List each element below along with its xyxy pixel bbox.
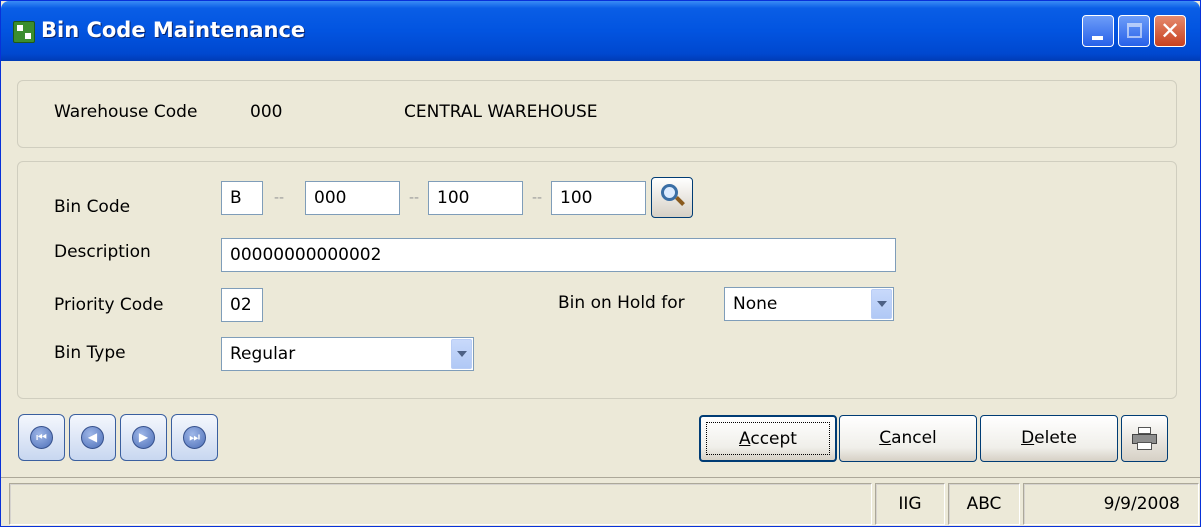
bin-code-separator: -- [274, 190, 285, 206]
bin-code-segment-3[interactable]: 100 [428, 181, 523, 215]
bin-code-segment-4[interactable]: 100 [551, 181, 646, 215]
bin-on-hold-label: Bin on Hold for [558, 293, 685, 313]
bin-code-segment-2[interactable]: 000 [305, 181, 400, 215]
bin-type-value: Regular [230, 344, 296, 364]
previous-record-icon: ◀ [81, 426, 104, 449]
focus-rectangle [706, 422, 830, 455]
status-date: 9/9/2008 [1023, 483, 1199, 525]
bin-code-separator: -- [409, 190, 420, 206]
chevron-down-icon[interactable] [871, 289, 892, 319]
status-bar: IIG ABC 9/9/2008 [1, 477, 1200, 526]
next-record-icon: ▶ [132, 426, 155, 449]
window-title: Bin Code Maintenance [41, 18, 306, 42]
app-icon[interactable] [13, 21, 35, 43]
accept-button[interactable]: Accept [699, 415, 837, 462]
bin-code-segment-1[interactable]: B [221, 181, 263, 215]
last-record-button[interactable]: ⏭ [171, 414, 218, 461]
minimize-icon [1092, 36, 1103, 40]
bin-type-label: Bin Type [54, 343, 126, 363]
delete-button[interactable]: Delete [980, 415, 1118, 462]
bin-type-select[interactable]: Regular [221, 337, 474, 371]
delete-mnemonic: D [1021, 428, 1035, 448]
delete-label: elete [1034, 428, 1077, 448]
cancel-label: ancel [891, 428, 937, 448]
maximize-icon [1127, 23, 1142, 38]
priority-code-field[interactable]: 02 [221, 288, 263, 322]
next-record-button[interactable]: ▶ [120, 414, 167, 461]
bin-on-hold-select[interactable]: None [724, 287, 894, 321]
maximize-button[interactable] [1118, 15, 1150, 47]
bin-code-separator: -- [532, 190, 543, 206]
description-label: Description [54, 242, 151, 262]
minimize-button[interactable] [1082, 15, 1114, 47]
priority-code-label: Priority Code [54, 295, 164, 315]
bin-code-maintenance-window: Bin Code Maintenance ✕ Warehouse Code 00… [0, 0, 1201, 527]
close-icon: ✕ [1159, 17, 1181, 45]
warehouse-code-value: 000 [250, 102, 283, 122]
status-company: IIG [875, 483, 945, 525]
first-record-button[interactable]: ⏮ [18, 414, 65, 461]
warehouse-name: CENTRAL WAREHOUSE [404, 102, 598, 122]
cancel-mnemonic: C [879, 428, 892, 448]
cancel-button[interactable]: Cancel [839, 415, 977, 462]
chevron-down-icon[interactable] [451, 339, 472, 369]
warehouse-code-label: Warehouse Code [54, 102, 198, 122]
printer-icon [1132, 427, 1157, 450]
description-field[interactable]: 00000000000002 [221, 238, 896, 272]
status-user: ABC [948, 483, 1020, 525]
bin-code-label: Bin Code [54, 197, 131, 217]
status-message-panel [9, 483, 872, 525]
first-record-icon: ⏮ [30, 426, 53, 449]
bin-on-hold-value: None [733, 294, 778, 314]
title-bar[interactable]: Bin Code Maintenance ✕ [1, 1, 1200, 61]
previous-record-button[interactable]: ◀ [69, 414, 116, 461]
close-button[interactable]: ✕ [1154, 15, 1186, 47]
magnifier-handle [675, 196, 685, 206]
last-record-icon: ⏭ [183, 426, 206, 449]
bin-code-lookup-button[interactable] [651, 177, 693, 218]
print-button[interactable] [1121, 415, 1168, 462]
